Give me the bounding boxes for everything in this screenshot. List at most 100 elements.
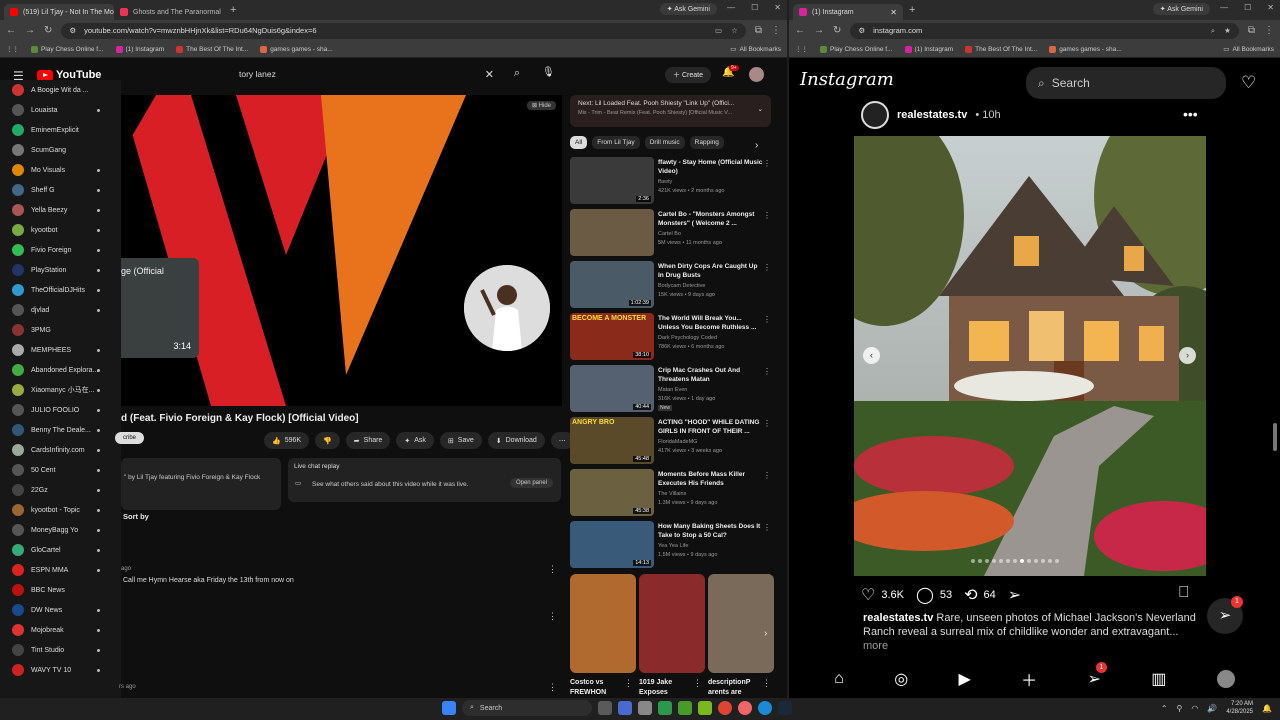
sidebar-channel-item[interactable]: Mojobreak — [0, 620, 121, 640]
url-field[interactable]: ⚙ youtube.com/watch?v=mwznbHHjnXk&list=R… — [61, 22, 746, 39]
maximize-icon[interactable]: ☐ — [1244, 3, 1251, 12]
menu-icon[interactable]: ⋮ — [1264, 25, 1274, 36]
sidebar-channel-item[interactable]: Xiaomanyc 小马在... — [0, 380, 121, 400]
short-thumbnail[interactable] — [639, 574, 705, 673]
recommendation-thumbnail[interactable]: 14:13 — [570, 521, 654, 568]
app-icon[interactable] — [658, 701, 672, 715]
next-image-icon[interactable]: › — [1179, 347, 1196, 364]
sidebar-channel-item[interactable]: MoneyBagg Yo — [0, 520, 121, 540]
more-options-icon[interactable]: ⋮ — [763, 523, 771, 532]
edge-icon[interactable] — [758, 701, 772, 715]
all-bookmarks-button[interactable]: ▭ All Bookmarks — [1223, 45, 1274, 54]
recommendation-item[interactable]: 14:13 How Many Baking Sheets Does It Take… — [570, 521, 775, 573]
filter-chip[interactable]: Rapping — [689, 136, 724, 149]
recommendation-channel[interactable]: Yea Yea Life — [658, 543, 688, 549]
short-thumbnail[interactable] — [570, 574, 636, 673]
bookmark-item[interactable]: (1) Instagram — [115, 45, 164, 53]
steam-icon[interactable] — [778, 701, 792, 715]
recommendation-thumbnail[interactable] — [570, 209, 654, 256]
recommendation-thumbnail[interactable]: 45:38 — [570, 469, 654, 516]
sidebar-channel-item[interactable]: GloCartel — [0, 540, 121, 560]
sidebar-channel-item[interactable]: PlayStation — [0, 260, 121, 280]
more-options-icon[interactable]: ⋮ — [763, 159, 771, 168]
short-thumbnail[interactable] — [708, 574, 774, 673]
recommendation-channel[interactable]: The Villains — [658, 491, 686, 497]
location-icon[interactable]: ⚲ — [1177, 704, 1183, 713]
chevron-right-icon[interactable]: › — [764, 628, 767, 639]
filter-chip[interactable]: All — [570, 136, 588, 149]
chrome-icon[interactable] — [738, 701, 752, 715]
short-menu-icon[interactable]: ⋮ — [762, 678, 771, 689]
recommendation-channel[interactable]: ffawty — [658, 179, 672, 185]
direct-icon[interactable]: ➢ 1 — [1088, 662, 1107, 689]
recommendation-thumbnail[interactable]: BECOME A MONSTER 38:10 — [570, 313, 654, 360]
sidebar-channel-item[interactable]: JULIO FOOLIO — [0, 400, 121, 420]
sidebar-channel-item[interactable]: EminemExplicit — [0, 120, 121, 140]
site-info-icon[interactable]: ⚙ — [858, 26, 865, 35]
recommendation-item[interactable]: Cartel Bo - "Monsters Amongst Monsters" … — [570, 209, 775, 261]
explore-icon[interactable]: ◎ — [894, 669, 908, 689]
next-up-card[interactable]: Next: Lil Loaded Feat. Pooh Shiesty "Lin… — [570, 95, 771, 127]
sidebar-channel-item[interactable]: CardsInfinity.com — [0, 440, 121, 460]
bookmark-star-icon[interactable]: ☆ — [731, 26, 738, 35]
more-options-icon[interactable]: ••• — [1183, 106, 1198, 122]
sidebar-channel-item[interactable]: 3PMG — [0, 320, 121, 340]
minimize-icon[interactable]: — — [1220, 3, 1228, 12]
close-window-icon[interactable]: ✕ — [774, 3, 781, 12]
mic-icon[interactable]: 🎙 — [542, 67, 555, 78]
more-link[interactable]: more — [863, 640, 888, 652]
browser-tab[interactable]: Ghosts and The Paranormal✕ — [114, 4, 224, 20]
sidebar-channel-item[interactable]: Benny The Deale... — [0, 420, 121, 440]
comment-menu-icon[interactable]: ⋮ — [548, 564, 557, 575]
recommendation-item[interactable]: 40:44 Crip Mac Crashes Out And Threatens … — [570, 365, 775, 417]
filter-chip[interactable]: Drill music — [644, 136, 685, 149]
sidebar-channel-item[interactable]: Abandoned Explora... — [0, 360, 121, 380]
comment-menu-icon[interactable]: ⋮ — [548, 611, 557, 622]
recommendation-channel[interactable]: Matan Even — [658, 387, 687, 393]
sidebar-channel-item[interactable]: djvlad — [0, 300, 121, 320]
previous-image-icon[interactable]: ‹ — [863, 347, 880, 364]
recommendation-channel[interactable]: Dark Psychology Coded — [658, 335, 717, 341]
recommendation-item[interactable]: 45:38 Moments Before Mass Killer Executes… — [570, 469, 775, 521]
volume-icon[interactable]: 🔊 — [1207, 704, 1217, 713]
bookmark-icon[interactable]: ⎕ — [1179, 584, 1189, 602]
extensions-icon[interactable]: ⧉ — [755, 25, 762, 36]
post-author-avatar[interactable] — [861, 101, 889, 129]
sidebar-channel-item[interactable]: kyootbot — [0, 220, 121, 240]
tab-instagram[interactable]: (1) Instagram ✕ — [793, 4, 903, 20]
sidebar-channel-item[interactable]: Tint Studio — [0, 640, 121, 660]
recommendation-item[interactable]: 1:02:39 When Dirty Cops Are Caught Up In … — [570, 261, 775, 313]
subscribe-button[interactable]: cribe — [115, 432, 145, 444]
instagram-logo[interactable]: Instagram — [800, 69, 894, 90]
forward-icon[interactable]: → — [25, 25, 35, 36]
sidebar-channel-item[interactable]: kyootbot - Topic — [0, 500, 121, 520]
more-options-icon[interactable]: ⋮ — [763, 211, 771, 220]
close-tab-icon[interactable]: ✕ — [890, 8, 897, 17]
video-player[interactable]: ⊠ Hide ge (Official 3:14 — [121, 95, 562, 406]
profile-avatar[interactable] — [1216, 670, 1235, 688]
notifications-icon[interactable]: 🔔 — [1262, 704, 1272, 713]
sidebar-channel-item[interactable]: ScumGang — [0, 140, 121, 160]
recommendation-item[interactable]: 2:36 ffawty - Stay Home (Official Music V… — [570, 157, 775, 209]
sidebar-channel-item[interactable]: Mo Visuals — [0, 160, 121, 180]
browser-tab[interactable]: (519) Lil Tjay - Not In The Mood✕ — [4, 4, 114, 20]
like-heart-icon[interactable]: ♡ — [861, 585, 875, 605]
taskbar-search[interactable]: ⌕ Search — [462, 700, 592, 716]
all-bookmarks-button[interactable]: ▭ All Bookmarks — [730, 45, 781, 54]
apps-grid-icon[interactable]: ⋮⋮ — [795, 45, 808, 53]
description-box[interactable]: " by Lil Tjay featuring Fivio Foreign & … — [121, 458, 281, 510]
more-options-icon[interactable]: ⋮ — [763, 263, 771, 272]
task-view-icon[interactable] — [598, 701, 612, 715]
page-scrollbar[interactable] — [1273, 423, 1277, 451]
post-username[interactable]: realestates.tv — [897, 109, 967, 121]
start-icon[interactable] — [442, 701, 456, 715]
sidebar-channel-item[interactable]: WAVY TV 10 — [0, 660, 121, 680]
reload-icon[interactable]: ↻ — [44, 25, 52, 36]
sidebar-channel-item[interactable]: DW News — [0, 600, 121, 620]
ask-gemini-button[interactable]: ✦ Ask Gemini — [1152, 3, 1210, 15]
like-button[interactable]: 👍 596K — [264, 432, 310, 449]
sidebar-channel-item[interactable]: A Boogie Wit da ... — [0, 80, 121, 100]
clear-search-icon[interactable]: ✕ — [485, 68, 494, 81]
site-info-icon[interactable]: ⚙ — [69, 26, 76, 35]
download-button[interactable]: ⬇ Download — [487, 432, 545, 449]
